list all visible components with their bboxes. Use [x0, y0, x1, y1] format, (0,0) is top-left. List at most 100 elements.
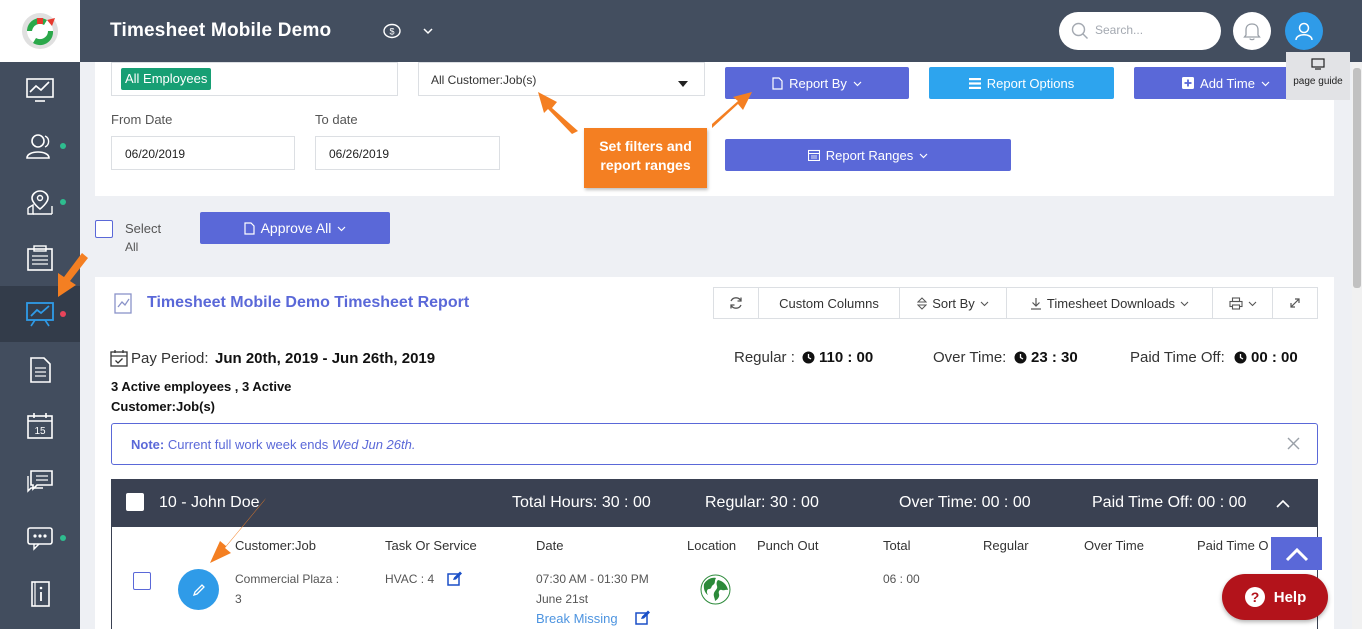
caret-down-icon	[677, 75, 689, 93]
timesheet-downloads-button[interactable]: Timesheet Downloads	[1007, 288, 1213, 318]
to-date-value: 06/26/2019	[329, 147, 390, 161]
pto-total-value: 00 : 00	[1251, 349, 1298, 366]
search-placeholder: Search...	[1095, 23, 1144, 37]
print-button[interactable]	[1213, 288, 1273, 318]
file-icon	[243, 221, 255, 235]
comment-dots-icon	[27, 527, 53, 551]
sidebar-item-timesheets[interactable]	[0, 230, 80, 286]
user-profile-button[interactable]	[1285, 12, 1323, 50]
sidebar-item-comments[interactable]	[0, 510, 80, 566]
clipboard-icon	[27, 245, 53, 271]
svg-text:$: $	[389, 27, 394, 37]
employee-checkbox[interactable]	[126, 493, 144, 511]
status-dot	[60, 311, 66, 317]
sort-icon	[917, 296, 928, 310]
overtime-total-value: 23 : 30	[1031, 349, 1078, 366]
chevron-down-icon	[1261, 81, 1270, 86]
sidebar-item-map[interactable]	[0, 174, 80, 230]
sort-by-button[interactable]: Sort By	[900, 288, 1007, 318]
note-banner: Note: Current full work week ends Wed Ju…	[111, 423, 1318, 465]
custom-columns-button[interactable]: Custom Columns	[759, 288, 900, 318]
sidebar-item-messages[interactable]	[0, 454, 80, 510]
sidebar-item-calendar[interactable]: 15	[0, 398, 80, 454]
clock-icon	[1234, 351, 1247, 369]
edit-task-icon[interactable]	[447, 571, 463, 591]
employee-regular: Regular: 30 : 00	[705, 494, 819, 511]
download-icon	[1030, 297, 1041, 310]
svg-text:15: 15	[34, 426, 46, 437]
row-customer-job-2: 3	[235, 592, 242, 606]
file-icon	[772, 76, 783, 90]
expand-button[interactable]	[1273, 288, 1317, 318]
status-dot	[60, 143, 66, 149]
report-title: Timesheet Mobile Demo Timesheet Report	[147, 294, 470, 311]
company-icon[interactable]: $	[383, 23, 401, 44]
user-icon	[1295, 22, 1313, 41]
refresh-button[interactable]	[714, 288, 759, 318]
search-input[interactable]: Search...	[1059, 12, 1221, 50]
approve-all-button[interactable]: Approve All	[200, 212, 390, 244]
chevron-down-icon	[853, 81, 862, 86]
sidebar-item-documents[interactable]	[0, 342, 80, 398]
from-date-input[interactable]: 06/20/2019	[111, 136, 295, 170]
app-title: Timesheet Mobile Demo	[110, 20, 332, 41]
select-all-label-2: All	[125, 240, 139, 254]
sidebar-item-employees[interactable]	[0, 118, 80, 174]
chevron-up-icon[interactable]	[1276, 496, 1290, 514]
col-header-overtime: Over Time	[1084, 538, 1144, 553]
row-total: 06 : 00	[883, 572, 920, 586]
col-header-customer-job: Customer:Job	[235, 538, 316, 553]
col-header-regular: Regular	[983, 538, 1029, 553]
chevron-up-icon	[1285, 547, 1308, 561]
customer-job-select[interactable]: All Customer:Job(s)	[418, 62, 705, 96]
employee-pto: Paid Time Off: 00 : 00	[1092, 494, 1247, 511]
customer-select-value: All Customer:Job(s)	[431, 73, 537, 87]
employee-total-hours: Total Hours: 30 : 00	[512, 494, 651, 511]
app-logo[interactable]	[0, 0, 80, 62]
list-icon	[968, 77, 981, 89]
active-summary-2: Customer:Job(s)	[111, 399, 216, 414]
status-dot	[60, 199, 66, 205]
report-options-button[interactable]: Report Options	[929, 67, 1114, 99]
refresh-icon	[730, 297, 742, 309]
sort-by-label: Sort By	[932, 295, 975, 311]
edit-entry-button[interactable]	[178, 569, 219, 610]
report-by-button[interactable]: Report By	[725, 67, 909, 99]
employee-tag[interactable]: All Employees	[121, 68, 212, 90]
sidebar-item-reports[interactable]	[0, 286, 80, 342]
sidebar-item-info[interactable]	[0, 566, 80, 622]
help-button[interactable]: ? Help	[1222, 574, 1328, 620]
status-dot	[60, 535, 66, 541]
select-all-checkbox[interactable]	[95, 220, 113, 238]
employee-summary-bar[interactable]: 10 - John Doe Total Hours: 30 : 00 Regul…	[111, 479, 1318, 527]
scroll-to-top-button[interactable]	[1271, 537, 1322, 570]
document-icon	[30, 357, 51, 383]
add-time-label: Add Time	[1200, 75, 1255, 91]
users-icon	[26, 134, 50, 159]
callout-line-2: report ranges	[600, 157, 691, 173]
break-missing-link[interactable]: Break Missing	[536, 611, 618, 626]
reports-icon	[26, 302, 54, 327]
close-icon[interactable]	[1287, 437, 1300, 453]
chat-icon	[27, 470, 53, 493]
row-customer-job: Commercial Plaza :	[235, 572, 340, 586]
overtime-total-label: Over Time:	[933, 349, 1007, 366]
report-ranges-button[interactable]: Report Ranges	[725, 139, 1011, 171]
globe-location-icon[interactable]	[700, 574, 731, 610]
select-all-label: Select	[125, 221, 162, 236]
pencil-icon	[192, 583, 205, 596]
from-date-label: From Date	[111, 112, 173, 127]
tutorial-callout: Set filters and report ranges	[584, 128, 707, 188]
chevron-down-icon[interactable]	[422, 24, 434, 42]
approve-all-label: Approve All	[260, 220, 332, 236]
scrollbar-thumb[interactable]	[1353, 68, 1361, 288]
notifications-button[interactable]	[1233, 12, 1271, 50]
calendar-check-icon	[110, 349, 128, 372]
page-guide-button[interactable]: page guide	[1286, 52, 1350, 100]
row-checkbox[interactable]	[133, 572, 151, 590]
to-date-input[interactable]: 06/26/2019	[315, 136, 500, 170]
chevron-down-icon	[1248, 301, 1256, 306]
edit-break-icon[interactable]	[635, 610, 651, 629]
col-header-pto: Paid Time O	[1197, 538, 1269, 553]
sidebar-item-dashboard[interactable]	[0, 62, 80, 118]
